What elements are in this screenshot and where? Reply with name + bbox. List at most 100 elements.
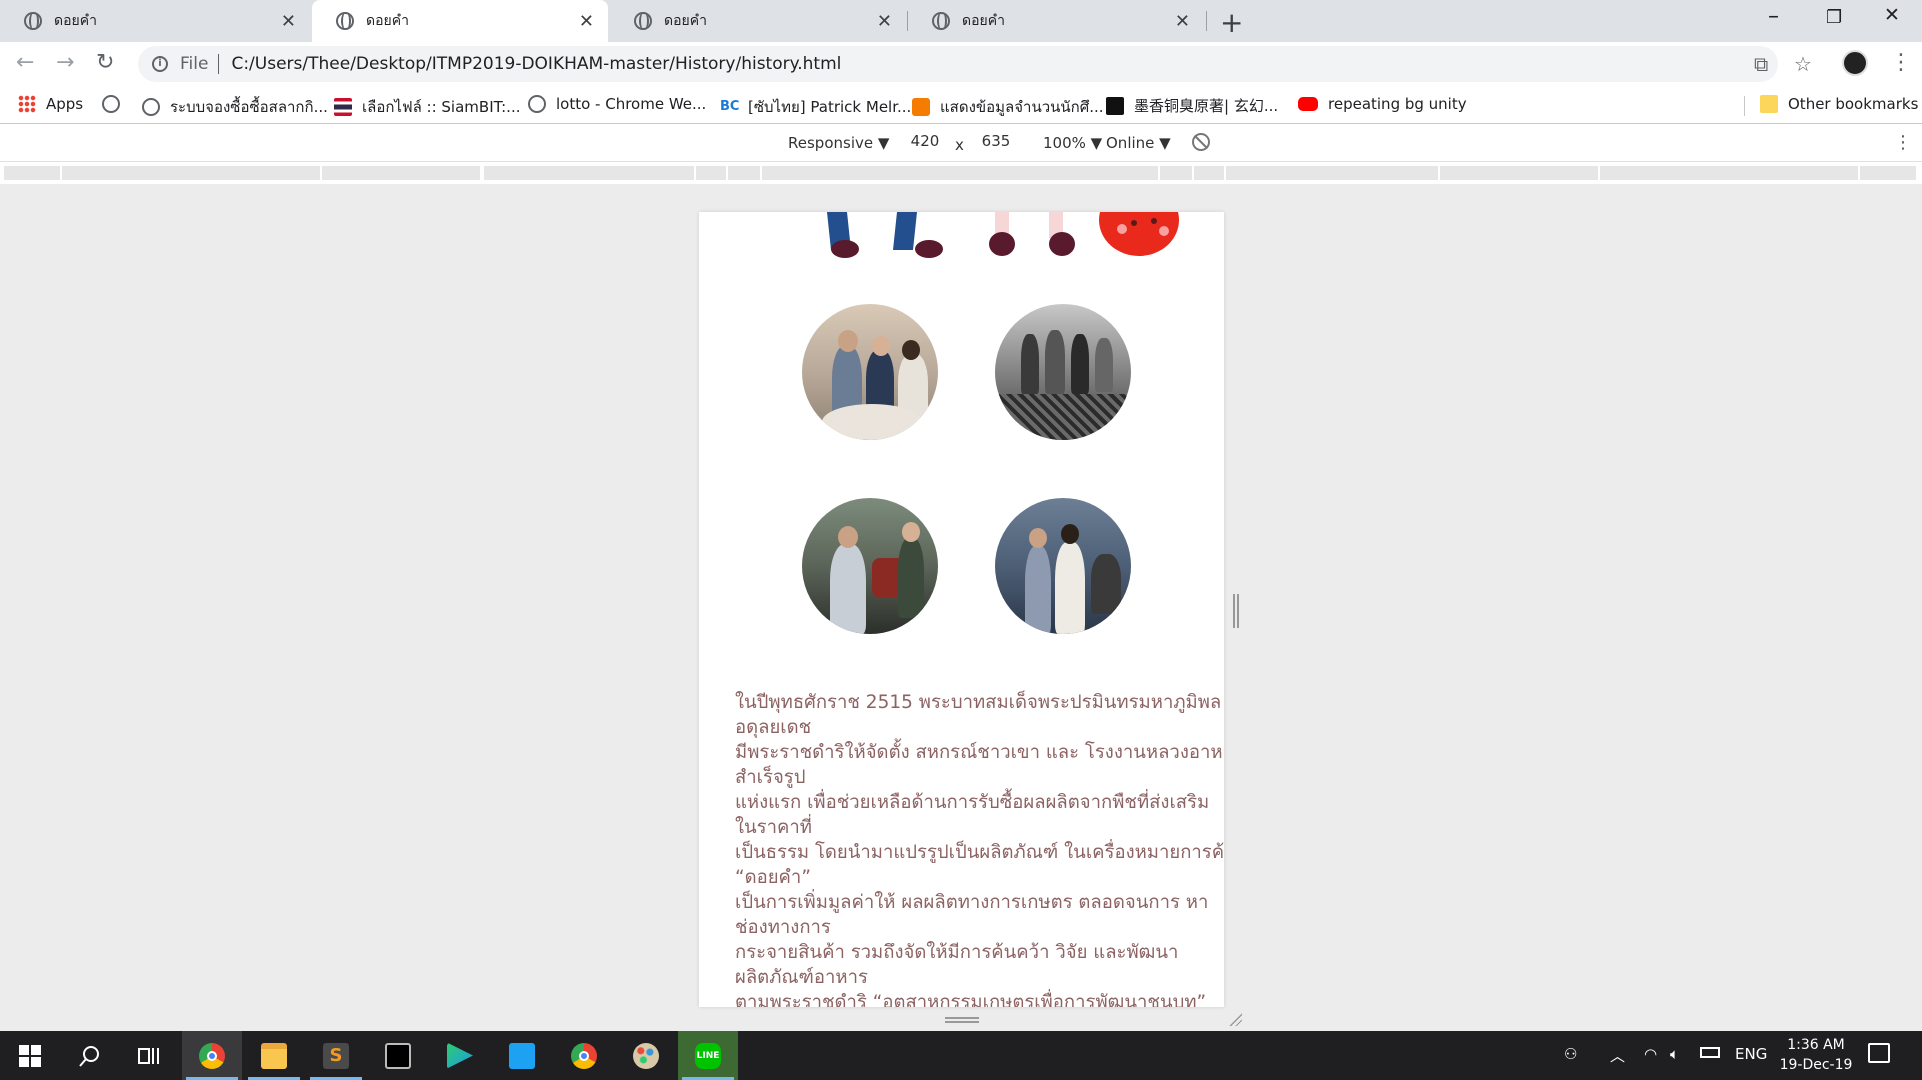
bookmark-label: แสดงข้อมูลจำนวนนักศึ... (940, 98, 1104, 116)
tab-separator (1206, 11, 1207, 31)
star-icon[interactable]: ☆ (1794, 52, 1812, 76)
resize-handle-corner[interactable] (1228, 1012, 1242, 1026)
history-line: ผลิตภัณฑ์อาหาร (735, 967, 868, 988)
tab-title: ดอยคำ (54, 13, 97, 29)
battery-icon[interactable] (1700, 1047, 1720, 1058)
width-input[interactable]: 420 (897, 132, 953, 150)
media-query-segment[interactable] (696, 166, 726, 180)
taskbar-terminal[interactable] (368, 1031, 428, 1080)
play-icon (447, 1042, 473, 1069)
tab-title: ดอยคำ (962, 13, 1005, 29)
bookmark-item[interactable]: repeating bg unity (1298, 95, 1467, 113)
zoom-select[interactable]: 100% ▼ (1043, 134, 1102, 152)
device-viewport[interactable]: ในปีพุทธศักราช 2515 พระบาทสมเด็จพระปรมิน… (699, 212, 1224, 1007)
media-query-segment[interactable] (1160, 166, 1192, 180)
history-photo-2 (995, 304, 1131, 440)
media-query-segment[interactable] (4, 166, 60, 180)
notification-icon[interactable] (1868, 1043, 1890, 1063)
media-query-segment[interactable] (762, 166, 1158, 180)
reload-button[interactable]: ↻ (96, 50, 114, 75)
history-line: เป็นการเพิ่มมูลค่าให้ ผลผลิตทางการเกษตร … (735, 892, 1209, 913)
media-query-segment[interactable] (1600, 166, 1858, 180)
clock-time: 1:36 AM (1787, 1037, 1845, 1053)
media-query-segment[interactable] (728, 166, 760, 180)
close-icon[interactable]: ✕ (281, 11, 296, 32)
bookmark-label: [ซับไทย] Patrick Melr... (748, 98, 912, 116)
restore-button[interactable]: ❐ (1826, 7, 1842, 28)
volume-icon[interactable]: 🔈︎ (1670, 1045, 1679, 1063)
taskbar-twitter[interactable] (492, 1031, 552, 1080)
media-query-segment[interactable] (1194, 166, 1224, 180)
close-icon[interactable]: ✕ (877, 11, 892, 32)
search-icon (79, 1045, 99, 1067)
avatar[interactable] (1842, 50, 1868, 76)
forward-button[interactable]: → (56, 50, 74, 75)
rotate-icon[interactable] (1192, 133, 1210, 151)
system-clock[interactable]: 1:36 AM 19-Dec-19 (1776, 1035, 1856, 1075)
back-button[interactable]: ← (16, 50, 34, 75)
throttle-select[interactable]: Online ▼ (1106, 134, 1171, 152)
browser-toolbar: ← → ↻ i File C:/Users/Thee/Desktop/ITMP2… (0, 42, 1922, 88)
resize-handle-bottom[interactable] (945, 1017, 979, 1023)
bookmark-apps[interactable]: Apps (18, 95, 83, 113)
history-line: สำเร็จรูป (735, 767, 806, 788)
close-window-button[interactable]: ✕ (1884, 4, 1900, 26)
windows-logo-icon (19, 1044, 41, 1067)
media-query-segment[interactable] (1226, 166, 1438, 180)
media-query-segment[interactable] (1860, 166, 1916, 180)
url-text[interactable]: C:/Users/Thee/Desktop/ITMP2019-DOIKHAM-m… (231, 54, 841, 74)
taskbar-chrome-2[interactable] (554, 1031, 614, 1080)
bookmark-item[interactable]: 墨香铜臭原著| 玄幻... (1106, 95, 1278, 116)
kebab-menu-icon[interactable]: ⋮ (1894, 132, 1912, 153)
device-toolbar: Responsive ▼ 420 x 635 100% ▼ Online ▼ ⋮ (0, 124, 1922, 162)
taskbar-line[interactable]: LINE (678, 1031, 738, 1080)
tab-1[interactable]: ดอยคำ ✕ (0, 0, 310, 42)
media-query-segment[interactable] (484, 166, 694, 180)
media-query-bar[interactable] (0, 162, 1922, 184)
taskbar-chrome[interactable] (182, 1031, 242, 1080)
new-tab-button[interactable]: + (1220, 6, 1243, 39)
translate-icon[interactable]: ⧉ (1754, 52, 1768, 76)
search-button[interactable] (60, 1031, 120, 1080)
address-bar[interactable]: i File C:/Users/Thee/Desktop/ITMP2019-DO… (138, 46, 1778, 82)
bookmark-item[interactable] (102, 95, 130, 113)
task-view-button[interactable] (120, 1031, 180, 1080)
people-icon[interactable]: ⚇ (1564, 1045, 1577, 1063)
clock-date: 19-Dec-19 (1779, 1057, 1853, 1073)
wolf-icon (1106, 96, 1124, 115)
media-query-segment[interactable] (322, 166, 480, 180)
taskbar-file-explorer[interactable] (244, 1031, 304, 1080)
minimize-button[interactable]: – (1768, 4, 1779, 29)
chevron-up-icon[interactable]: ︿ (1610, 1045, 1625, 1066)
bc-icon: BC (720, 98, 740, 116)
bookmark-item[interactable]: แสดงข้อมูลจำนวนนักศึ... (912, 95, 1104, 119)
wifi-icon[interactable]: ◠ (1644, 1045, 1657, 1063)
bookmark-item[interactable]: BC [ซับไทย] Patrick Melr... (720, 95, 911, 119)
sublime-icon: S (323, 1042, 349, 1069)
media-query-segment[interactable] (62, 166, 320, 180)
globe-icon (932, 12, 950, 30)
bookmark-item[interactable]: lotto - Chrome We... (528, 95, 706, 113)
tab-2[interactable]: ดอยคำ ✕ (312, 0, 608, 42)
media-query-segment[interactable] (1440, 166, 1598, 180)
bookmark-item[interactable]: เลือกไฟล์ :: SiamBIT:... (334, 95, 521, 119)
taskbar-sublime[interactable]: S (306, 1031, 366, 1080)
taskbar-paint[interactable] (616, 1031, 676, 1080)
tab-strip: ดอยคำ ✕ ดอยคำ ✕ ดอยคำ ✕ ดอยคำ ✕ + – ❐ ✕ (0, 0, 1922, 42)
device-select[interactable]: Responsive ▼ (788, 134, 889, 152)
chrome-icon (571, 1042, 597, 1069)
tab-4[interactable]: ดอยคำ ✕ (908, 0, 1204, 42)
bookmark-other[interactable]: Other bookmarks (1760, 95, 1918, 113)
close-icon[interactable]: ✕ (1175, 11, 1190, 32)
bookmark-item[interactable]: ระบบจองซื้อซื้อสลากกิ... (142, 95, 328, 119)
height-input[interactable]: 635 (968, 132, 1024, 150)
close-icon[interactable]: ✕ (579, 11, 594, 32)
language-indicator[interactable]: ENG (1735, 1045, 1767, 1063)
start-button[interactable] (0, 1031, 60, 1080)
tab-3[interactable]: ดอยคำ ✕ (610, 0, 906, 42)
line-icon: LINE (695, 1042, 721, 1069)
resize-handle-right[interactable] (1233, 594, 1239, 628)
kebab-menu-icon[interactable]: ⋮ (1890, 50, 1912, 75)
info-icon[interactable]: i (152, 56, 168, 72)
taskbar-media-player[interactable] (430, 1031, 490, 1080)
